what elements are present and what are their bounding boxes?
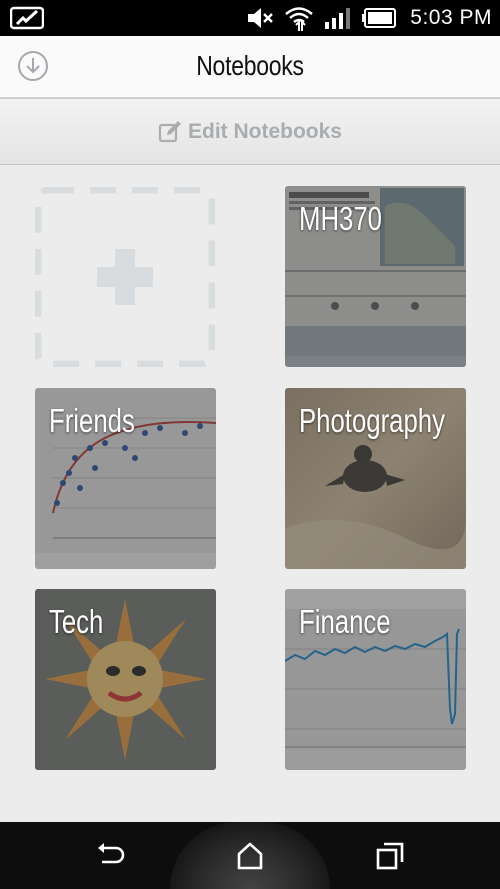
notebook-name: Friends (49, 402, 135, 439)
edit-icon (158, 120, 181, 142)
status-time: 5:03 PM (410, 6, 492, 29)
status-bar: 5:03 PM (0, 0, 500, 36)
battery-icon (362, 8, 397, 28)
edit-notebooks-button[interactable]: Edit Notebooks (0, 98, 500, 165)
signal-icon (325, 8, 351, 29)
notebook-tile-mh370[interactable]: MH370 (285, 186, 466, 367)
add-notebook-button[interactable] (35, 187, 215, 367)
notebook-name: Finance (299, 603, 391, 640)
notebook-tile-tech[interactable]: Tech (35, 589, 216, 770)
page-title: Notebooks (196, 50, 304, 81)
recent-apps-icon[interactable] (374, 840, 406, 872)
home-icon[interactable] (234, 840, 266, 872)
navigation-bar (0, 822, 500, 889)
notebook-name: Tech (49, 603, 104, 640)
wifi-icon (285, 7, 314, 31)
notebook-tile-friends[interactable]: Friends (35, 388, 216, 569)
notes-app-icon (10, 6, 44, 30)
mute-icon (248, 8, 274, 28)
edit-notebooks-label: Edit Notebooks (187, 119, 342, 143)
notebook-name: Photography (299, 402, 445, 439)
notebook-tile-photography[interactable]: Photography (285, 388, 466, 569)
notebook-name: MH370 (299, 200, 382, 237)
notebook-tile-finance[interactable]: Finance (285, 589, 466, 770)
plus-icon (97, 249, 153, 305)
back-icon[interactable] (96, 840, 128, 872)
app-header: Notebooks (0, 36, 500, 98)
